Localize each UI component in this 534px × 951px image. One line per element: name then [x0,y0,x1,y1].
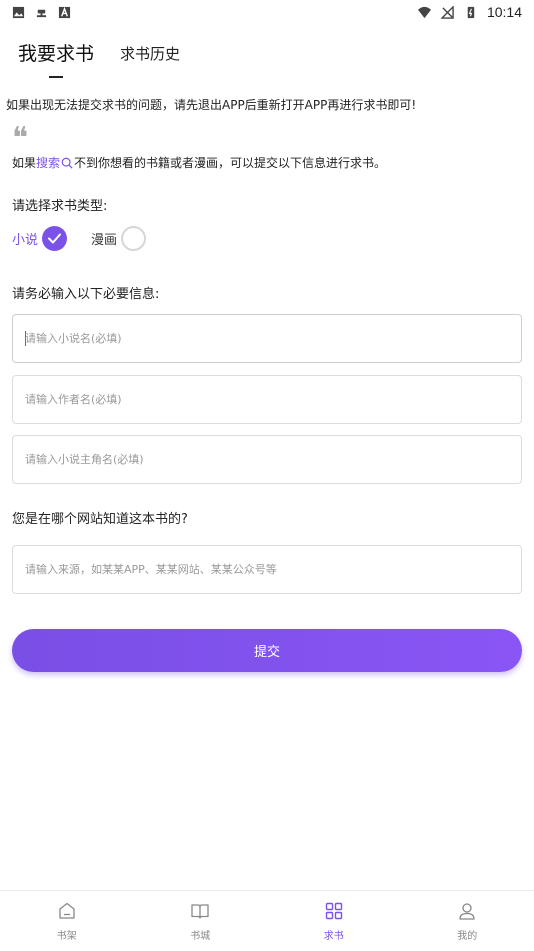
type-option-novel-label: 小说 [12,233,39,248]
tab-active-indicator [49,76,63,78]
type-option-comic-label: 漫画 [91,233,118,248]
radio-unchecked-icon[interactable] [121,226,147,251]
nav-item-profile[interactable]: 我的 [401,891,534,951]
checkmark-icon [48,233,62,244]
tab-request-history[interactable]: 求书历史 [120,43,180,84]
book-icon [191,903,209,919]
novel-name-input[interactable] [25,332,521,345]
nav-item-request-label: 求书 [323,930,344,942]
source-field[interactable] [12,545,522,594]
image-icon [12,6,25,18]
status-bar: 10:14 [0,0,534,24]
source-section-label: 您是在哪个网站知道这本书的? [12,512,188,527]
nav-item-bookshelf[interactable]: 书架 [0,891,134,951]
source-input[interactable] [25,563,521,576]
status-time: 10:14 [486,4,522,20]
bottom-nav: 书架 书城 求书 我的 [0,890,534,951]
nav-item-bookshelf-label: 书架 [56,930,77,942]
protagonist-name-input[interactable] [25,453,521,466]
bug-icon [36,9,47,17]
author-name-field[interactable] [12,375,522,424]
request-form-page: 如果出现无法提交求书的问题，请先退出APP后重新打开APP再进行求书即可! ❝ … [0,84,534,890]
tab-request-book-label: 我要求书 [18,43,95,65]
status-left [12,6,71,19]
type-option-novel[interactable]: 小说 [12,226,68,251]
nav-item-bookstore[interactable]: 书城 [134,891,268,951]
type-section-label: 请选择求书类型: [12,199,108,214]
nav-item-bookstore-label: 书城 [190,930,211,942]
home-icon [59,902,75,919]
search-link[interactable]: 搜索 [36,154,60,171]
wifi-icon [417,6,431,18]
no-signal-icon [440,5,454,19]
user-icon [459,902,475,920]
radio-checked-icon[interactable] [42,226,68,251]
text-caret [25,331,26,346]
submit-button[interactable]: 提交 [12,629,522,672]
text-icon [58,6,71,18]
nav-item-profile-label: 我的 [457,930,478,942]
tab-request-book[interactable]: 我要求书 [18,39,94,84]
required-section-label: 请务必输入以下必要信息: [12,287,160,302]
top-tab-bar: 我要求书 求书历史 [0,24,534,84]
quote-icon: ❝ [12,121,29,156]
nav-item-request[interactable]: 求书 [267,891,401,951]
grid-icon [325,902,342,919]
protagonist-name-field[interactable] [12,435,522,484]
status-right: 10:14 [417,4,522,20]
tab-request-history-label: 求书历史 [120,45,181,63]
intro-text: 如果 搜索 不到你想看的书籍或者漫画，可以提交以下信息进行求书。 [12,154,386,171]
type-option-comic[interactable]: 漫画 [91,226,147,251]
search-icon[interactable] [61,157,73,169]
intro-suffix: 不到你想看的书籍或者漫画，可以提交以下信息进行求书。 [74,156,387,170]
notice-text: 如果出现无法提交求书的问题，请先退出APP后重新打开APP再进行求书即可! [6,98,417,112]
book-type-radio-group: 小说 漫画 [12,226,170,251]
battery-icon [467,6,475,18]
author-name-input[interactable] [25,393,521,406]
intro-prefix: 如果 [12,156,37,170]
novel-name-field[interactable] [12,314,522,363]
